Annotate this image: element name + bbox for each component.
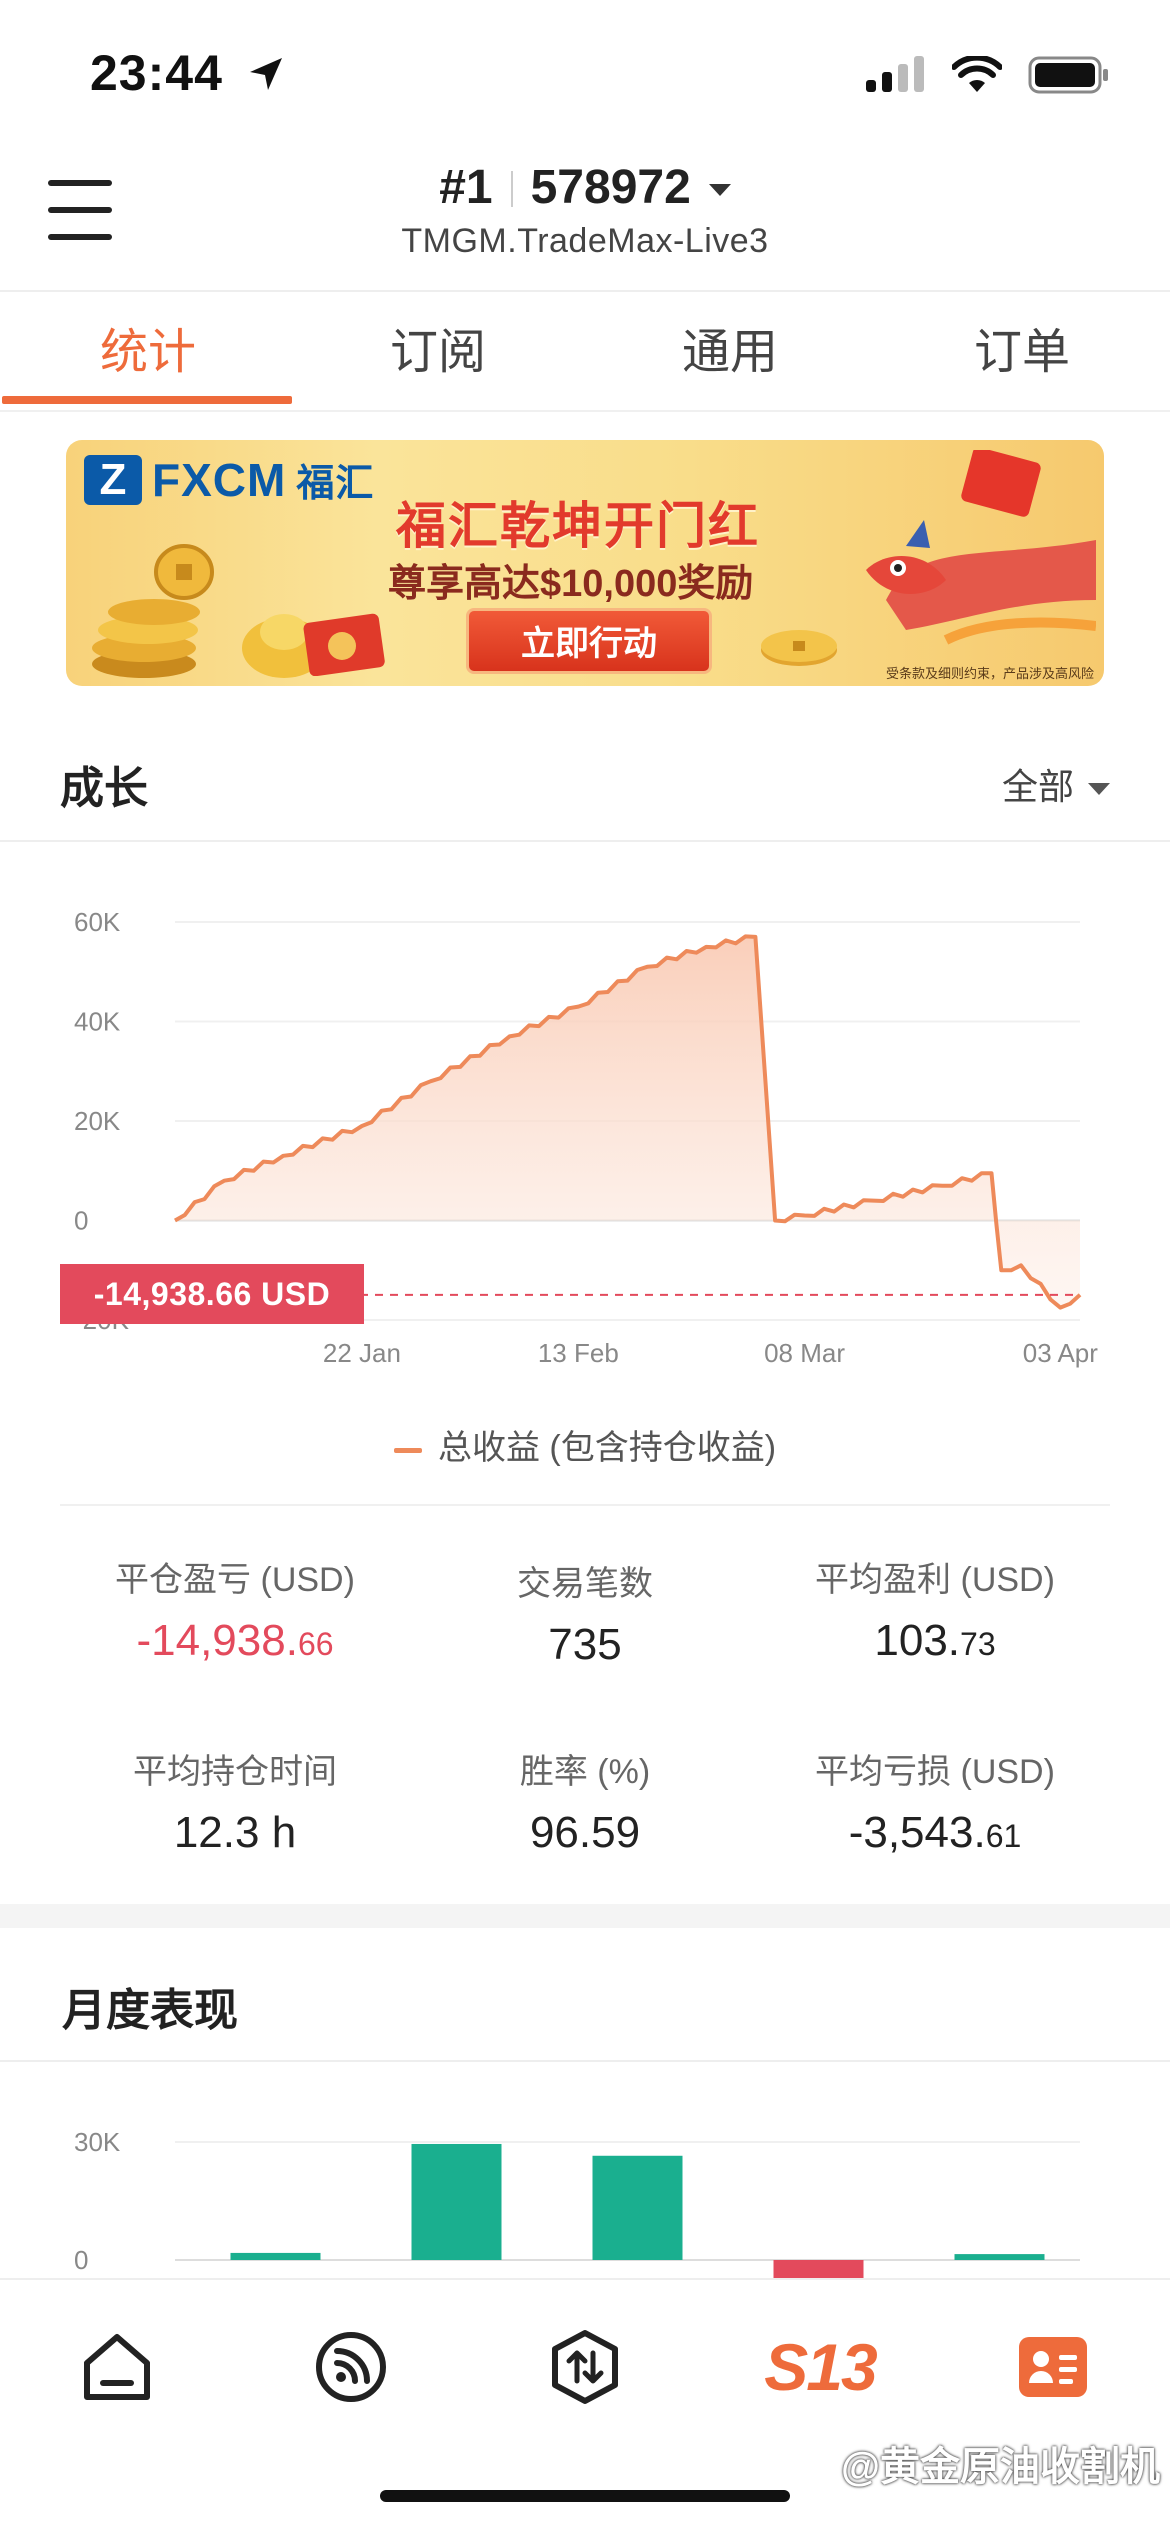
fxcm-logo: Z FXCM 福汇 xyxy=(84,452,374,507)
banner-cta-button[interactable]: 立即行动 xyxy=(466,608,712,674)
stat-win-rate-label: 胜率 (%) xyxy=(519,1753,651,1791)
chevron-down-icon xyxy=(1088,783,1110,796)
x-tick-label: 22 Jan xyxy=(323,1338,401,1368)
account-selector[interactable]: #1 578972 xyxy=(0,160,1170,215)
status-time: 23:44 xyxy=(90,45,223,101)
fxcm-logo-mark: Z xyxy=(84,454,142,505)
divider xyxy=(0,840,1170,842)
monthly-bar xyxy=(773,2260,864,2280)
monthly-bar xyxy=(411,2143,502,2260)
x-tick-label: 13 Feb xyxy=(538,1338,619,1368)
stat-closed-pnl-label: 平仓盈亏 (USD) xyxy=(115,1561,355,1599)
tab-subscribe[interactable]: 订阅 xyxy=(292,312,584,382)
tab-general[interactable]: 通用 xyxy=(584,312,876,382)
nav-signals[interactable] xyxy=(306,2322,396,2412)
divider xyxy=(0,290,1170,292)
stat-avg-loss-label: 平均亏损 (USD) xyxy=(815,1753,1055,1791)
gold-coin-icon xyxy=(761,630,837,666)
promo-banner[interactable]: Z FXCM 福汇 福汇乾坤开门红 尊享高达$10,000奖励 立即行动 受条款… xyxy=(66,440,1104,686)
chevron-down-icon xyxy=(708,184,731,197)
y-tick-label: 60K xyxy=(74,907,121,937)
dragon-illustration xyxy=(866,450,1096,645)
wifi-icon xyxy=(952,56,1002,92)
stat-avg-profit-value: 103.73 xyxy=(874,1616,996,1665)
tab-statistics[interactable]: 统计 xyxy=(2,312,294,382)
x-tick-label: 03 Apr xyxy=(1023,1338,1099,1368)
monthly-bar xyxy=(230,2252,321,2260)
tab-orders[interactable]: 订单 xyxy=(876,312,1168,382)
cellular-signal-icon xyxy=(866,56,924,92)
monthly-bar xyxy=(592,2155,683,2260)
monthly-bar xyxy=(954,2254,1045,2260)
stat-avg-hold-time-label: 平均持仓时间 xyxy=(133,1753,337,1791)
banner-disclaimer: 受条款及细则约束，产品涉及高风险 xyxy=(885,666,1094,681)
status-icons xyxy=(866,56,1110,94)
account-number: 578972 xyxy=(530,161,691,214)
gold-coins-illustration xyxy=(92,544,326,678)
banner-subtitle: 尊享高达$10,000奖励 xyxy=(388,563,754,605)
y-tick-label: 0 xyxy=(74,2245,88,2275)
signal-feed-icon xyxy=(316,2332,386,2402)
stat-avg-profit-label: 平均盈利 (USD) xyxy=(815,1561,1055,1599)
stat-win-rate-value: 96.59 xyxy=(529,1808,641,1857)
y-tick-label: 30K xyxy=(74,2127,121,2157)
growth-filter-dropdown[interactable]: 全部 xyxy=(1002,758,1110,810)
y-tick-label: 0 xyxy=(74,1206,88,1236)
trade-exchange-icon xyxy=(552,2330,618,2404)
divider xyxy=(60,1504,1110,1506)
profile-card-icon xyxy=(1019,2337,1087,2397)
section-separator xyxy=(0,1904,1170,1928)
legend-label: 总收益 (包含持仓收益) xyxy=(437,1429,777,1467)
divider xyxy=(0,2060,1170,2062)
nav-s13[interactable]: S13 xyxy=(760,2322,880,2412)
account-rank: #1 xyxy=(439,161,493,214)
chart-legend[interactable]: 总收益 (包含持仓收益) xyxy=(0,1420,1170,1469)
banner-title: 福汇乾坤开门红 xyxy=(396,498,760,554)
red-envelope-icon xyxy=(303,613,385,676)
filter-label: 全部 xyxy=(1001,766,1074,807)
monthly-title: 月度表现 xyxy=(62,1986,238,2035)
battery-icon xyxy=(1028,56,1108,94)
divider xyxy=(0,410,1170,412)
active-tab-indicator xyxy=(2,396,292,404)
stat-trade-count-label: 交易笔数 xyxy=(517,1565,653,1603)
y-tick-label: 40K xyxy=(74,1007,121,1037)
fxcm-brand: FXCM xyxy=(152,453,287,506)
growth-title: 成长 xyxy=(60,764,148,813)
fxcm-brand-cn: 福汇 xyxy=(296,463,375,505)
s13-logo: S13 xyxy=(764,2330,877,2404)
x-tick-label: 08 Mar xyxy=(764,1338,845,1368)
stat-avg-loss-value: -3,543.61 xyxy=(848,1808,1022,1857)
nav-profile[interactable] xyxy=(1008,2322,1098,2412)
legend-swatch xyxy=(393,1447,422,1453)
y-tick-label: 20K xyxy=(74,1106,121,1136)
stat-trade-count-value: 735 xyxy=(548,1620,622,1669)
nav-trade[interactable] xyxy=(540,2322,630,2412)
home-indicator[interactable] xyxy=(380,2490,790,2502)
stat-closed-pnl-value: -14,938.66 xyxy=(136,1616,334,1665)
home-icon xyxy=(84,2334,150,2400)
server-name: TMGM.TradeMax-Live3 xyxy=(401,222,769,260)
watermark: @黄金原油收割机 xyxy=(840,2445,1160,2489)
monthly-chart: 30K 0 xyxy=(74,2127,1080,2280)
nav-home[interactable] xyxy=(72,2322,162,2412)
current-pnl-tag: -14,938.66 USD xyxy=(60,1264,364,1324)
stat-avg-hold-time-value: 12.3 h xyxy=(173,1808,297,1857)
location-arrow-icon xyxy=(250,58,282,90)
